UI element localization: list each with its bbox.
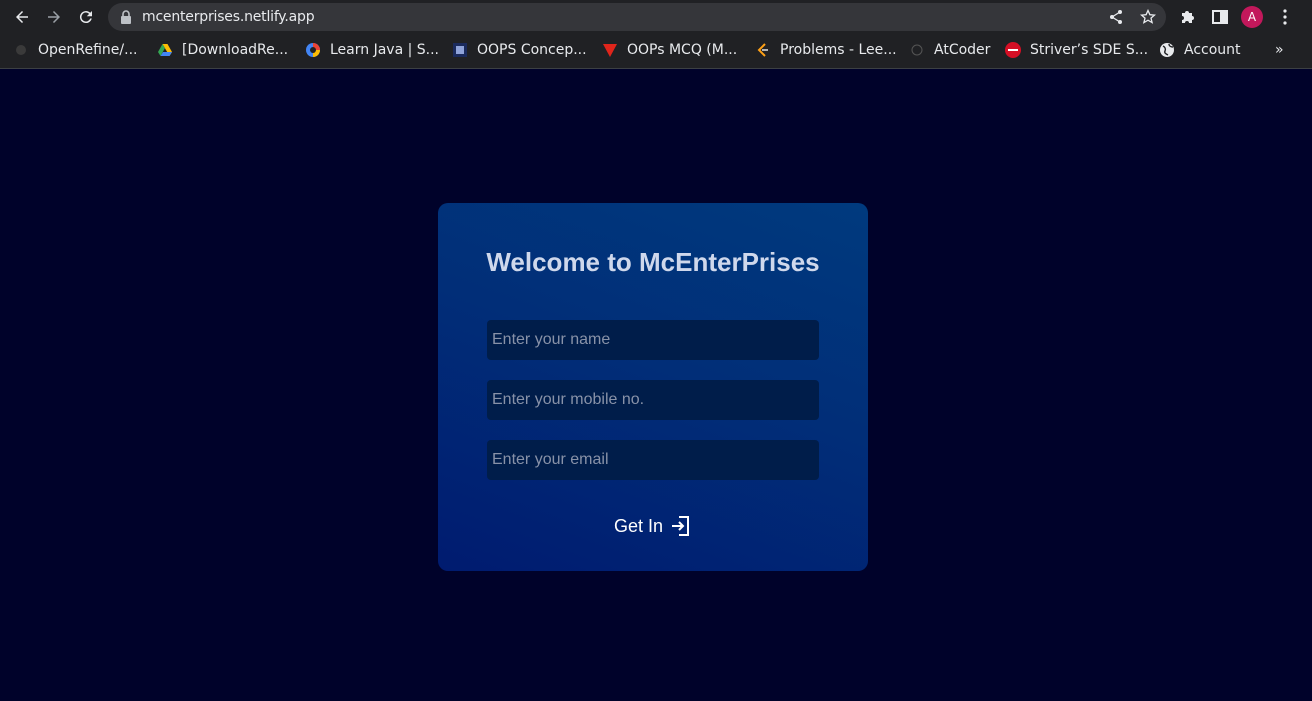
url-text: mcenterprises.netlify.app	[142, 9, 315, 25]
bookmark-openrefine[interactable]: OpenRefine/...	[13, 41, 137, 59]
more-bookmarks-button[interactable]: »	[1275, 42, 1284, 58]
profile-avatar[interactable]: A	[1241, 6, 1263, 28]
page-content: Welcome to McEnterPrises Get In	[0, 69, 1312, 701]
bookmark-label: Learn Java | S...	[330, 42, 440, 58]
bookmark-learn-java[interactable]: Learn Java | S...	[305, 41, 439, 59]
bookmark-account[interactable]: Account	[1159, 41, 1241, 59]
oops-mcq-icon	[602, 42, 618, 58]
kebab-menu-icon[interactable]	[1276, 8, 1294, 26]
globe-icon	[1159, 42, 1175, 58]
bookmark-label: Account	[1184, 42, 1241, 58]
lock-icon	[121, 10, 131, 24]
bookmark-label: Striver’s SDE S...	[1030, 42, 1149, 58]
star-icon[interactable]	[1140, 9, 1156, 25]
bookmark-label: [DownloadRe...	[182, 42, 289, 58]
bookmark-label: AtCoder	[934, 42, 991, 58]
login-card: Welcome to McEnterPrises Get In	[438, 203, 868, 571]
reload-icon	[79, 11, 92, 24]
bookmark-label: Problems - Lee...	[780, 42, 897, 58]
google-drive-icon	[157, 42, 173, 58]
bookmark-label: OOPS Concep...	[477, 42, 587, 58]
bookmark-striver[interactable]: Striver’s SDE S...	[1005, 41, 1148, 59]
welcome-title: Welcome to McEnterPrises	[486, 247, 820, 277]
address-bar[interactable]: mcenterprises.netlify.app	[108, 3, 1166, 31]
share-icon[interactable]	[1108, 9, 1124, 25]
leetcode-icon	[755, 42, 771, 58]
bookmarks-bar: OpenRefine/... [DownloadRe... Learn Java…	[0, 34, 1312, 69]
side-panel-icon[interactable]	[1211, 8, 1229, 26]
bookmark-atcoder[interactable]: AtCoder	[909, 41, 990, 59]
bookmark-drive[interactable]: [DownloadRe...	[157, 41, 288, 59]
browser-toolbar: mcenterprises.netlify.app A	[0, 0, 1312, 34]
mobile-input[interactable]	[487, 380, 819, 420]
get-in-button[interactable]: Get In	[603, 513, 703, 539]
back-button[interactable]	[10, 5, 34, 29]
get-in-label: Get In	[613, 515, 664, 536]
bookmark-oops-concepts[interactable]: OOPS Concep...	[452, 41, 587, 59]
striver-icon	[1005, 42, 1021, 58]
arrow-left-icon	[16, 11, 28, 23]
name-input[interactable]	[487, 320, 819, 360]
bookmark-oops-mcq[interactable]: OOPs MCQ (M...	[602, 41, 737, 59]
bookmark-label: OpenRefine/...	[38, 42, 138, 58]
bookmark-label: OOPs MCQ (M...	[627, 42, 738, 58]
reload-button[interactable]	[74, 5, 98, 29]
learn-java-icon	[305, 42, 321, 58]
arrow-right-icon	[48, 11, 60, 23]
bookmark-leetcode[interactable]: Problems - Lee...	[755, 41, 897, 59]
email-input[interactable]	[487, 440, 819, 480]
sign-in-icon	[672, 516, 690, 536]
forward-button[interactable]	[42, 5, 66, 29]
oops-concepts-icon	[452, 42, 468, 58]
openrefine-icon	[13, 42, 29, 58]
extensions-icon[interactable]	[1179, 8, 1197, 26]
atcoder-icon	[909, 42, 925, 58]
